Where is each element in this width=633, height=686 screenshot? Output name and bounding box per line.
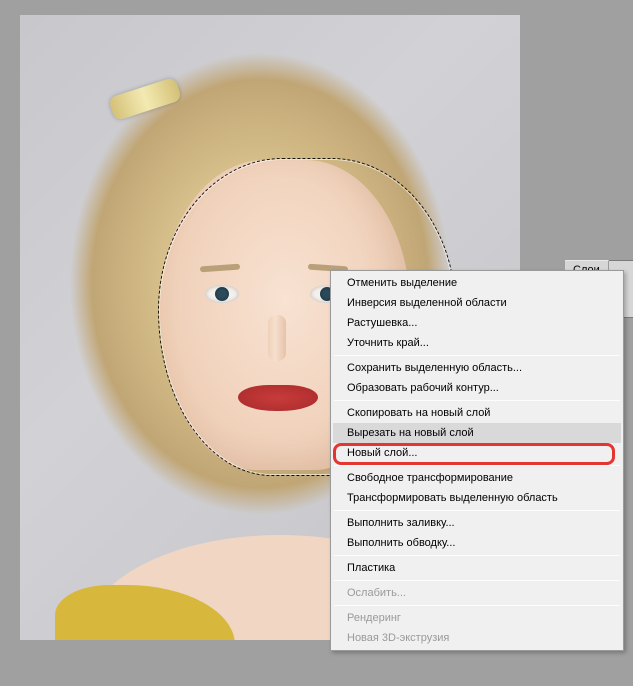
menu-deselect[interactable]: Отменить выделение xyxy=(333,273,621,293)
menu-render: Рендеринг xyxy=(333,608,621,628)
menu-new-3d-extrusion: Новая 3D-экструзия xyxy=(333,628,621,648)
menu-save-selection[interactable]: Сохранить выделенную область... xyxy=(333,358,621,378)
menu-separator xyxy=(334,605,620,606)
menu-separator xyxy=(334,465,620,466)
menu-inverse-selection[interactable]: Инверсия выделенной области xyxy=(333,293,621,313)
menu-separator xyxy=(334,510,620,511)
menu-new-layer[interactable]: Новый слой... xyxy=(333,443,621,463)
menu-layer-via-cut[interactable]: Вырезать на новый слой xyxy=(333,423,621,443)
menu-stroke[interactable]: Выполнить обводку... xyxy=(333,533,621,553)
menu-separator xyxy=(334,555,620,556)
context-menu: Отменить выделение Инверсия выделенной о… xyxy=(330,270,624,651)
menu-layer-via-copy[interactable]: Скопировать на новый слой xyxy=(333,403,621,423)
menu-make-work-path[interactable]: Образовать рабочий контур... xyxy=(333,378,621,398)
menu-liquify[interactable]: Пластика xyxy=(333,558,621,578)
menu-transform-selection[interactable]: Трансформировать выделенную область xyxy=(333,488,621,508)
menu-feather[interactable]: Растушевка... xyxy=(333,313,621,333)
menu-separator xyxy=(334,355,620,356)
menu-separator xyxy=(334,580,620,581)
menu-fill[interactable]: Выполнить заливку... xyxy=(333,513,621,533)
menu-refine-edge[interactable]: Уточнить край... xyxy=(333,333,621,353)
menu-fade: Ослабить... xyxy=(333,583,621,603)
menu-free-transform[interactable]: Свободное трансформирование xyxy=(333,468,621,488)
menu-separator xyxy=(334,400,620,401)
